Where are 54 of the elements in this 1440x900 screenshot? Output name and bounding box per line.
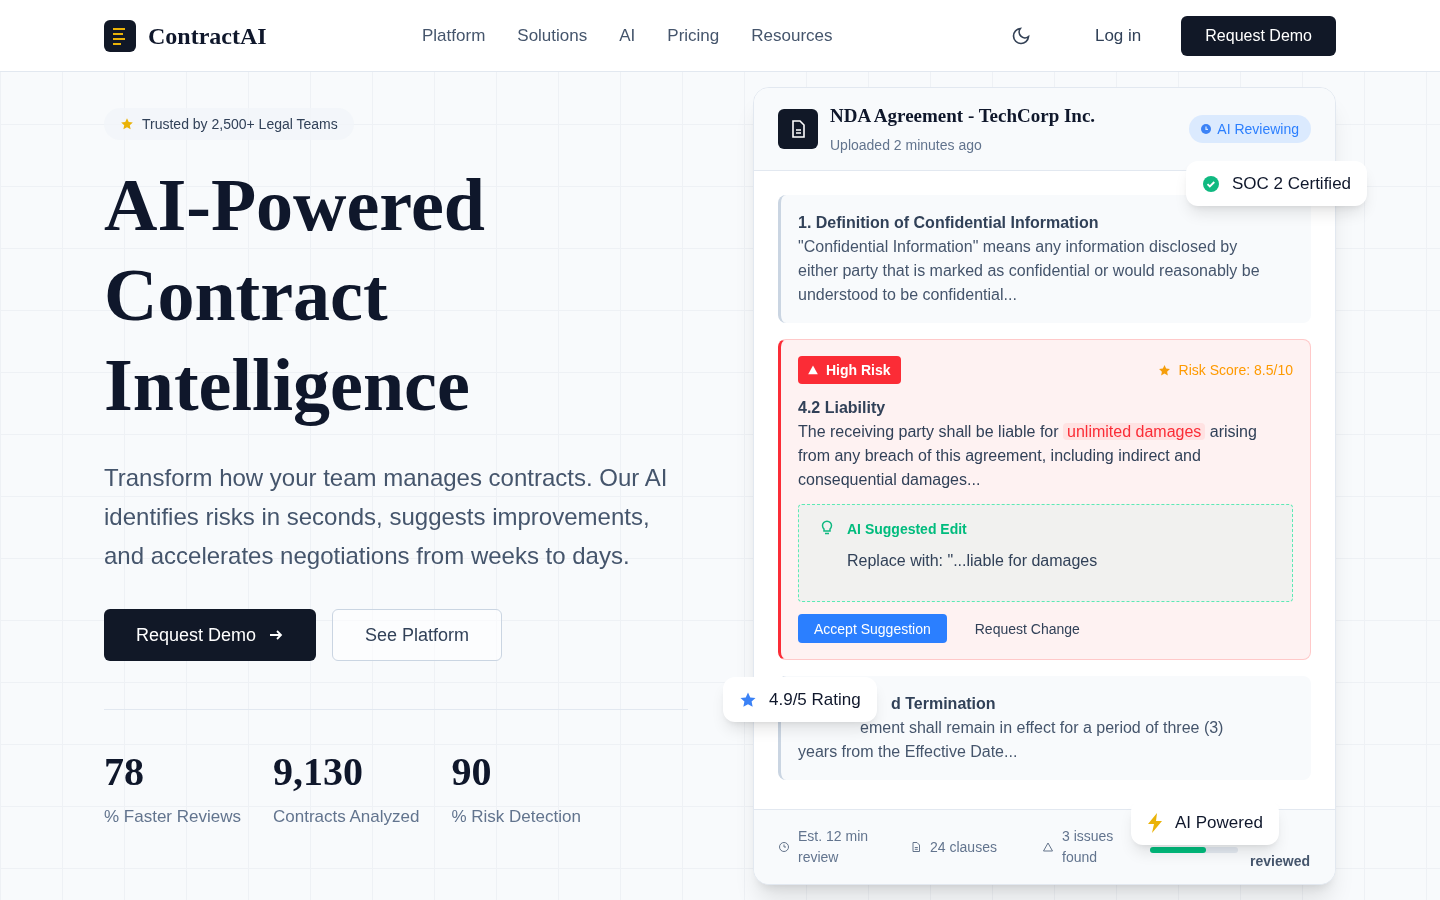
risk-score: Risk Score: 8.5/10 (1178, 361, 1293, 380)
nav-link[interactable]: Resources (751, 22, 833, 49)
clause-text: years from the Effective Date... (798, 742, 1018, 762)
request-change-button[interactable]: Request Change (958, 614, 1096, 643)
footer-stat: Est. 12 min review (798, 827, 870, 867)
stat-value: 90 (451, 748, 493, 796)
clock-icon (1201, 124, 1212, 134)
hero-description: Transform how your team manages contracts. Our AI identifies risks in seconds, suggests improvements, and accelerates negotiations from weeks to days. (104, 463, 669, 571)
clause-title: 4.2 Liability (798, 398, 887, 418)
clause-title: 1. Definition of Confidential Information (798, 213, 1100, 233)
trust-badge-text: Trusted by 2,500+ Legal Teams (142, 114, 338, 134)
hero-title: AI-Powered Contract Intelligence (104, 163, 486, 428)
warning-icon (808, 365, 818, 375)
star-icon (120, 117, 134, 131)
stat-label: Contracts Analyzed (273, 806, 420, 828)
clause-title: d Termination (891, 694, 996, 714)
stat-label: % Faster Reviews (104, 806, 241, 828)
warning-icon (1042, 841, 1054, 853)
nav-link[interactable]: Solutions (517, 22, 588, 49)
progress-label: reviewed (1250, 852, 1310, 871)
clause-text: "Confidential Information" means any information disclosed by either party that is marked as confidential or would reasonably be understood to be confidential... (798, 237, 1261, 305)
nav-link[interactable]: AI (619, 22, 636, 49)
request-demo-button[interactable]: Request Demo (1181, 15, 1336, 56)
document-icon (778, 109, 818, 149)
login-link[interactable]: Log in (1094, 22, 1142, 49)
nav-link[interactable]: Pricing (667, 22, 720, 49)
nav-link[interactable]: Platform (422, 22, 486, 49)
request-demo-button[interactable]: Request Demo (104, 609, 317, 661)
stat-value: 78 (104, 748, 145, 796)
clause-text: The receiving party shall be liable for unlimited damages arising from any breach of this agreement, including indirect and consequential damages... (798, 422, 1258, 490)
stat-label: % Risk Detection (451, 806, 581, 828)
suggestion-label: AI Suggested Edit (847, 520, 968, 539)
file-icon (910, 841, 922, 853)
footer-stat: 3 issues found (1062, 827, 1115, 867)
floating-badge: SOC 2 Certified (1186, 161, 1368, 206)
suggestion-text: Replace with: "...liable for damages (847, 551, 1098, 571)
document-title: NDA Agreement - TechCorp Inc. (830, 104, 1096, 129)
stat-value: 9,130 (273, 748, 364, 796)
risk-badge: High Risk (798, 356, 901, 384)
see-platform-button[interactable]: See Platform (332, 609, 503, 661)
logo-icon (104, 19, 136, 52)
logo-text[interactable]: ContractAI (148, 17, 267, 54)
dark-mode-moon-icon[interactable] (1010, 25, 1031, 46)
lightbulb-icon (819, 517, 835, 535)
floating-badge: 4.9/5 Rating (723, 677, 877, 722)
footer-stat: 24 clauses (930, 837, 998, 857)
clock-icon (778, 841, 790, 853)
lightning-bolt-icon (1147, 812, 1163, 833)
document-upload-time: Uploaded 2 minutes ago (830, 135, 983, 155)
floating-badge: AI Powered (1131, 800, 1279, 845)
check-circle-icon (1202, 174, 1220, 193)
star-icon (1157, 363, 1171, 377)
status-badge-text: AI Reviewing (1217, 119, 1299, 139)
accept-suggestion-button[interactable]: Accept Suggestion (798, 614, 947, 643)
